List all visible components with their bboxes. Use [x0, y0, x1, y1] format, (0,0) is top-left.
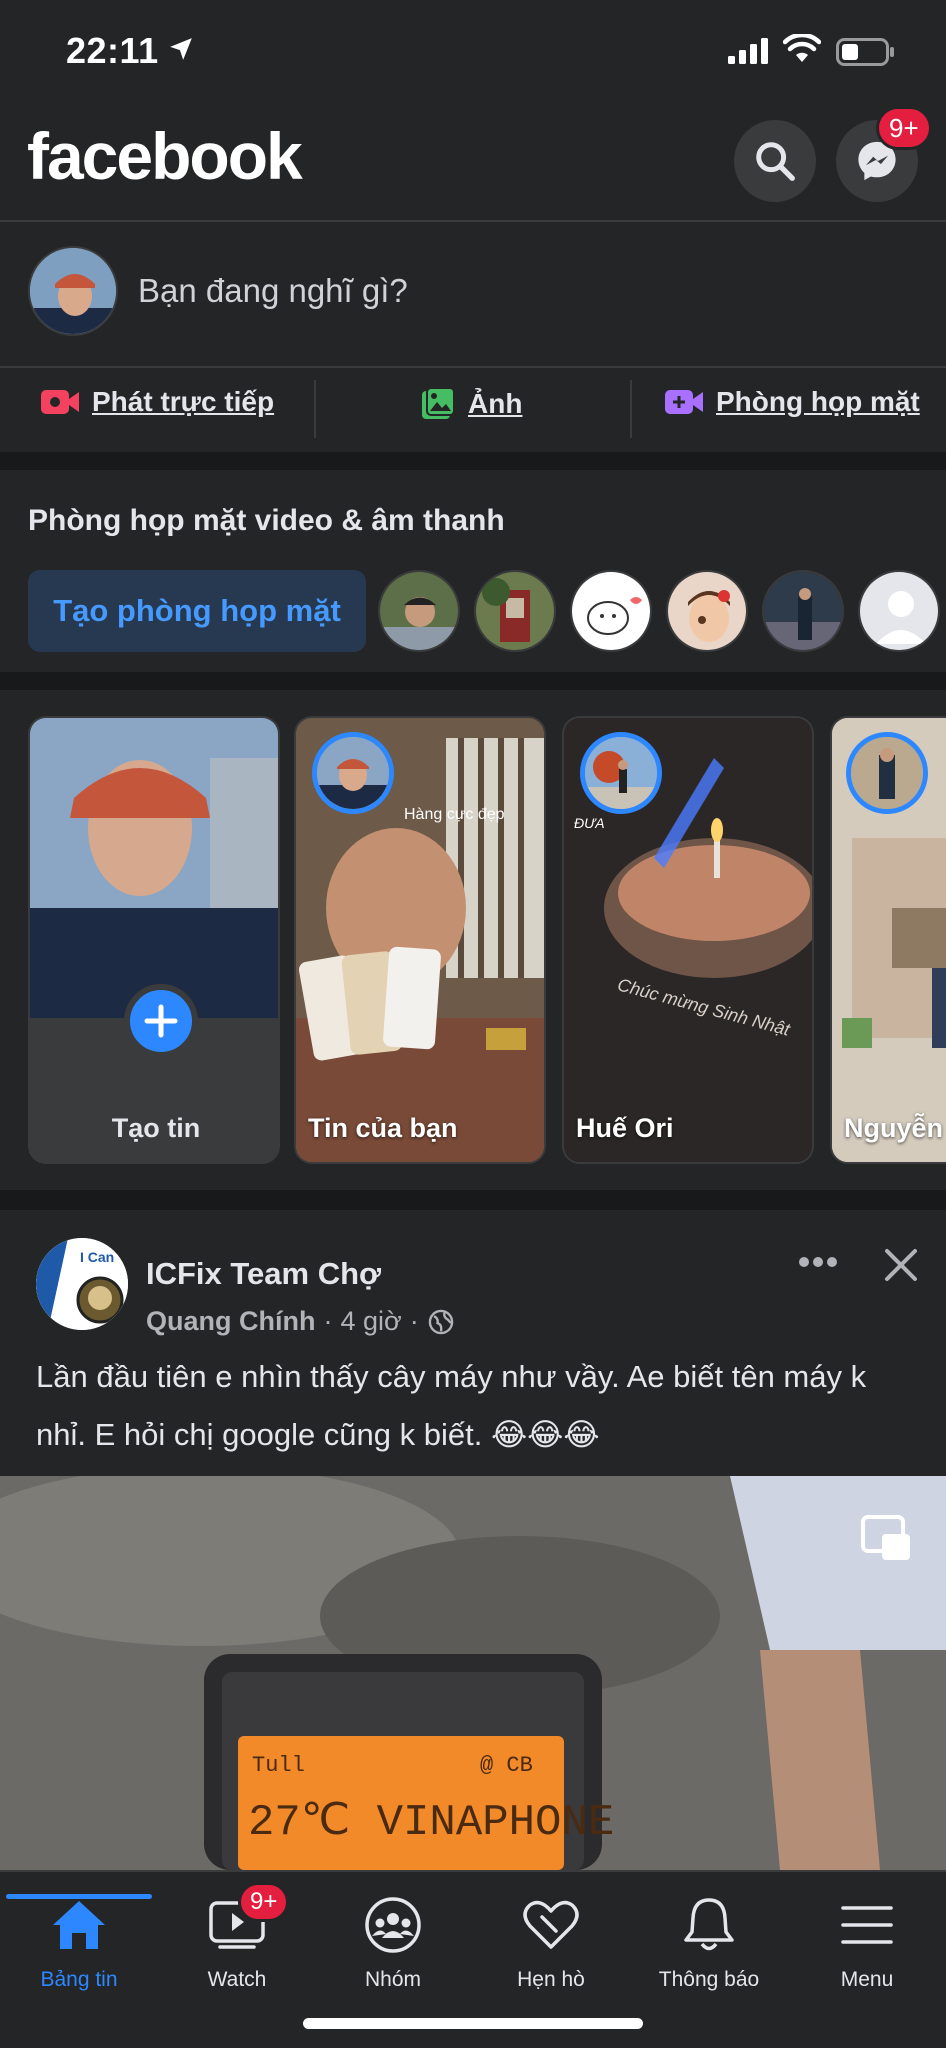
- story-card[interactable]: Nguyễn V: [830, 716, 946, 1164]
- meta-dot: ·: [323, 1306, 333, 1336]
- bell-icon: [684, 1898, 734, 1951]
- messenger-button[interactable]: 9+: [836, 106, 932, 202]
- status-time: 22:11: [66, 30, 159, 71]
- photo-icon: [422, 387, 455, 419]
- story-create[interactable]: Tạo tin: [28, 716, 280, 1164]
- post-photo: Tull @ CB 27℃ VINAPHONE: [0, 1476, 946, 1870]
- add-story-button[interactable]: [124, 984, 198, 1058]
- svg-text:Tull: Tull: [252, 1753, 305, 1778]
- live-video-label: Phát trực tiếp: [92, 386, 275, 417]
- nav-tab-menu[interactable]: Menu: [788, 1894, 946, 1992]
- story-owner-avatar: [846, 732, 928, 814]
- battery-icon: [836, 38, 894, 66]
- lcd-text: 27℃ VINAPHONE: [248, 1798, 614, 1848]
- more-options-button[interactable]: [792, 1242, 844, 1282]
- room-friend-avatar[interactable]: [570, 570, 652, 652]
- nav-label: Nhóm: [364, 1968, 422, 1991]
- close-icon: [885, 1249, 917, 1281]
- story-name: Tin của bạn: [308, 1113, 458, 1143]
- home-indicator[interactable]: [303, 2018, 643, 2029]
- post-author[interactable]: Quang Chính: [146, 1306, 315, 1337]
- post-avatar-text: I Can: [80, 1249, 114, 1265]
- search-button[interactable]: [734, 120, 816, 202]
- create-room-button[interactable]: Tạo phòng họp mặt: [28, 570, 366, 652]
- status-bar: 22:11: [0, 0, 946, 100]
- photo-label: Ảnh: [468, 388, 523, 419]
- active-tab-indicator: [6, 1894, 152, 1899]
- nav-label: Watch: [207, 1968, 267, 1991]
- search-icon: [756, 142, 795, 181]
- nav-label: Hẹn hò: [517, 1968, 585, 1991]
- live-video-icon: [41, 390, 79, 414]
- post-text: Lần đầu tiên e nhìn thấy cây máy như vầy…: [36, 1359, 867, 1452]
- hide-post-button[interactable]: [878, 1242, 924, 1288]
- story-card[interactable]: ĐƯA Chúc mừng Sinh Nhật Huế Ori: [562, 716, 814, 1164]
- story-name: Nguyễn V: [844, 1113, 946, 1143]
- post-time[interactable]: 4 giờ: [340, 1306, 401, 1337]
- rooms-title: Phòng họp mặt video & âm thanh: [28, 504, 505, 537]
- story-name: Huế Ori: [576, 1113, 674, 1143]
- nav-tab-groups[interactable]: Nhóm: [314, 1894, 472, 1992]
- room-friend-avatar[interactable]: [474, 570, 556, 652]
- room-friend-avatar[interactable]: [666, 570, 748, 652]
- nav-tab-news-feed[interactable]: Bảng tin: [0, 1894, 158, 1992]
- meta-dot: ·: [409, 1306, 419, 1336]
- section-separator: [0, 1190, 946, 1210]
- nav-tab-notifications[interactable]: Thông báo: [630, 1894, 788, 1992]
- groups-icon: [365, 1897, 421, 1953]
- story-caption: Hàng cực đẹp: [404, 806, 505, 823]
- nav-tab-watch[interactable]: 9+ Watch: [158, 1882, 316, 1992]
- svg-text:@ CB: @ CB: [480, 1753, 533, 1778]
- section-separator: [0, 672, 946, 690]
- nav-label: Bảng tin: [40, 1968, 118, 1991]
- room-label: Phòng họp mặt: [716, 386, 920, 417]
- room-friend-avatar[interactable]: [378, 570, 460, 652]
- story-card[interactable]: Hàng cực đẹp Tin của bạn: [294, 716, 546, 1164]
- post-meta: Quang Chính · 4 giờ ·: [146, 1306, 455, 1337]
- watch-badge: 9+: [238, 1882, 290, 1922]
- user-avatar-image: [30, 248, 116, 334]
- post-page-logo: I Can: [36, 1238, 128, 1330]
- post-image[interactable]: Tull @ CB 27℃ VINAPHONE: [0, 1476, 946, 1870]
- messenger-badge: 9+: [876, 106, 932, 150]
- post-page-avatar[interactable]: I Can: [36, 1238, 128, 1330]
- more-dots-icon: [799, 1257, 837, 1267]
- story-name: Tạo tin: [111, 1113, 201, 1143]
- action-divider: [630, 380, 632, 438]
- room-more-avatar[interactable]: [858, 570, 940, 652]
- avatar[interactable]: [28, 246, 118, 336]
- globe-icon: [428, 1309, 453, 1334]
- composer-actions: Phát trực tiếp Ảnh Phòng họp mặt: [0, 368, 946, 452]
- dating-heart-icon: [523, 1900, 579, 1949]
- nav-tab-dating[interactable]: Hẹn hò: [472, 1894, 630, 1992]
- svg-text:ĐƯA: ĐƯA: [574, 815, 605, 831]
- plus-icon: [144, 1004, 178, 1038]
- composer-input[interactable]: Bạn đang nghĩ gì?: [138, 272, 408, 310]
- room-button[interactable]: Phòng họp mặt: [664, 386, 920, 418]
- nav-label: Thông báo: [658, 1968, 760, 1991]
- post-page-name[interactable]: ICFix Team Chợ: [146, 1256, 381, 1292]
- story-owner-avatar: [580, 732, 662, 814]
- facebook-logo: facebook: [27, 119, 303, 193]
- home-icon: [53, 1901, 105, 1949]
- nav-label: Menu: [840, 1968, 894, 1991]
- room-friend-avatar[interactable]: [762, 570, 844, 652]
- live-video-button[interactable]: Phát trực tiếp: [40, 386, 274, 418]
- photo-button[interactable]: Ảnh: [420, 386, 522, 422]
- cellular-signal-icon: [728, 38, 768, 64]
- picture-in-picture-button[interactable]: [860, 1514, 914, 1564]
- menu-icon: [841, 1906, 893, 1944]
- pip-icon: [861, 1515, 910, 1560]
- section-separator: [0, 452, 946, 470]
- story-owner-avatar: [312, 732, 394, 814]
- create-story-photo: [30, 718, 278, 1018]
- room-camera-icon: [665, 390, 703, 414]
- location-arrow-icon: [170, 38, 192, 60]
- wifi-icon: [783, 34, 821, 62]
- action-divider: [314, 380, 316, 438]
- app-header: facebook 9+: [0, 100, 946, 220]
- header-divider: [0, 220, 946, 222]
